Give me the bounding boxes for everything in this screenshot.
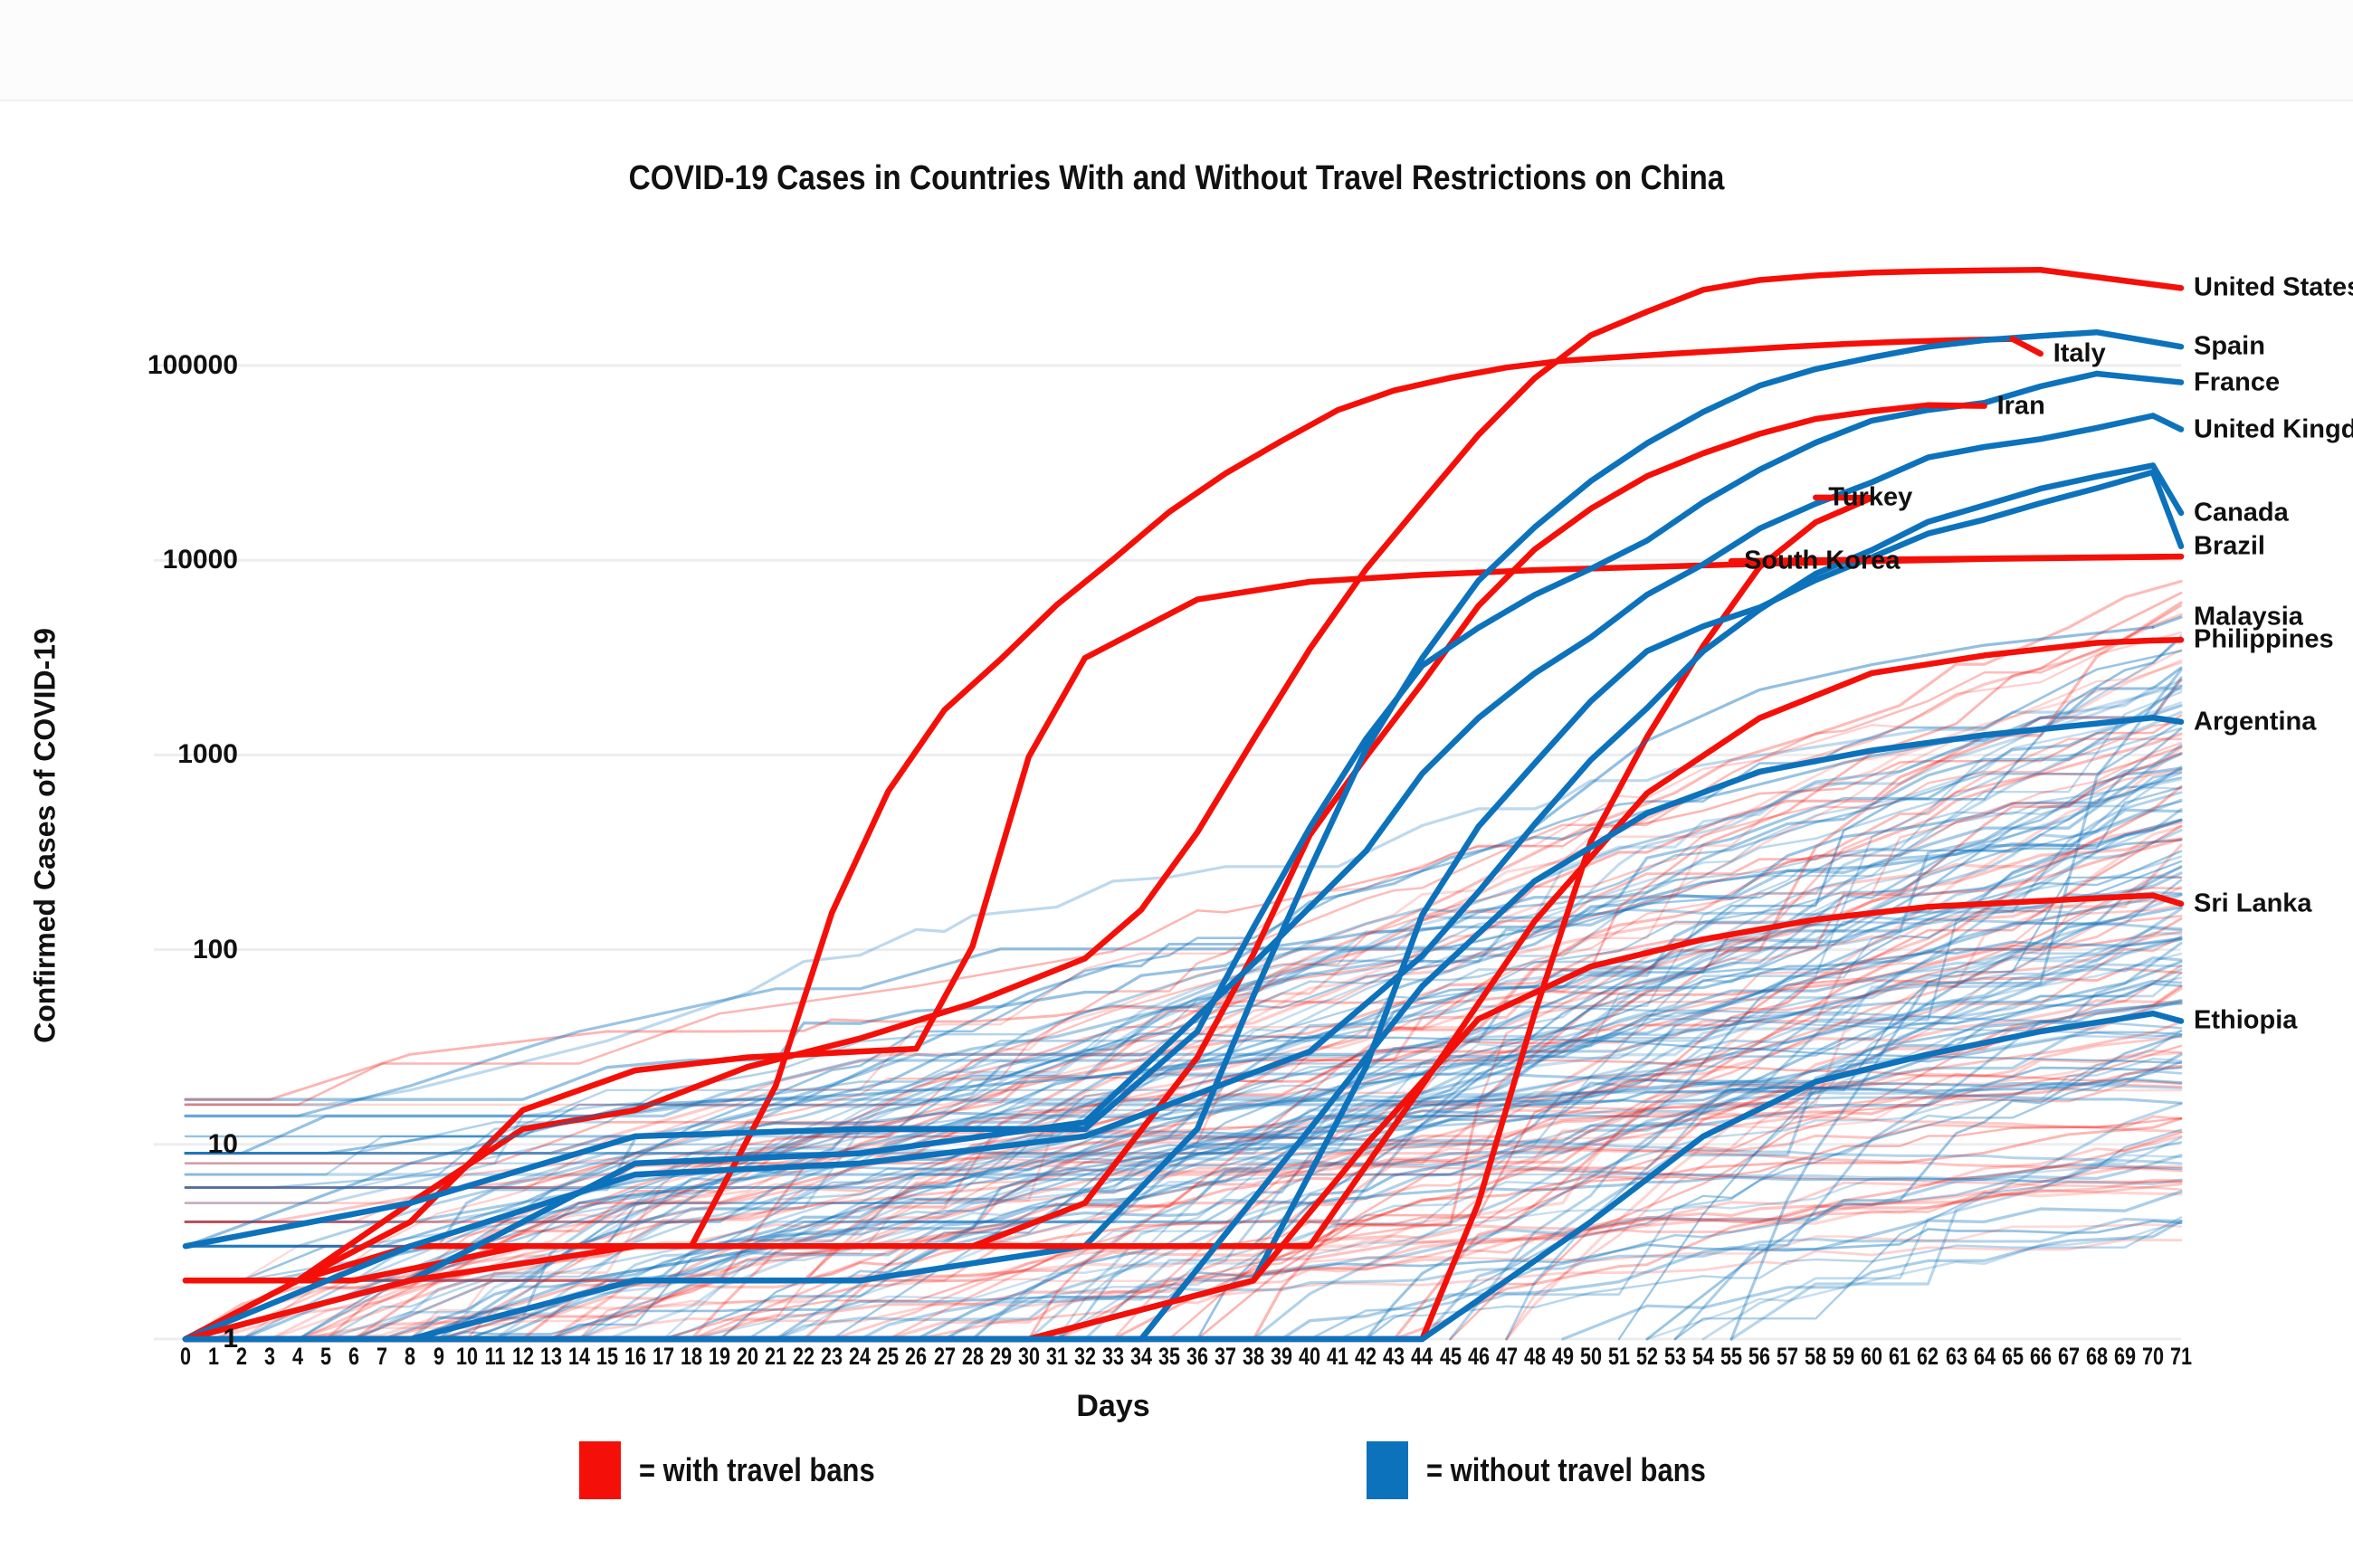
- legend-swatch-red: [579, 1441, 621, 1499]
- chart-canvas: COVID-19 Cases in Countries With and Wit…: [0, 0, 2353, 1568]
- series-label-philippines: Philippines: [2194, 624, 2334, 654]
- legend-label-with-travel-bans: = with travel bans: [639, 1451, 875, 1488]
- chart-legend: = with travel bans = without travel bans: [0, 1439, 2226, 1511]
- series-label-brazil: Brazil: [2194, 531, 2265, 561]
- series-label-canada: Canada: [2194, 498, 2289, 527]
- legend-item-with-travel-bans: = with travel bans: [579, 1439, 913, 1502]
- series-label-france: France: [2194, 367, 2281, 397]
- series-label-italy: Italy: [2053, 338, 2106, 368]
- legend-swatch-blue: [1367, 1441, 1408, 1499]
- series-label-south-korea: South Korea: [1744, 546, 1900, 575]
- series-label-sri-lanka: Sri Lanka: [2194, 889, 2312, 918]
- series-label-layer: United States Italy Iran Turkey South Korea S…: [0, 0, 2353, 1568]
- series-label-iran: Iran: [1996, 391, 2045, 421]
- series-label-argentina: Argentina: [2194, 707, 2317, 736]
- series-label-turkey: Turkey: [1828, 482, 1913, 512]
- series-label-ethiopia: Ethiopia: [2194, 1005, 2298, 1035]
- series-label-united-kingdom: United Kingdom: [2194, 414, 2353, 444]
- legend-label-without-travel-bans: = without travel bans: [1426, 1451, 1706, 1488]
- series-label-spain: Spain: [2194, 331, 2265, 361]
- series-label-united-states: United States: [2194, 272, 2353, 302]
- legend-item-without-travel-bans: = without travel bans: [1367, 1439, 1751, 1502]
